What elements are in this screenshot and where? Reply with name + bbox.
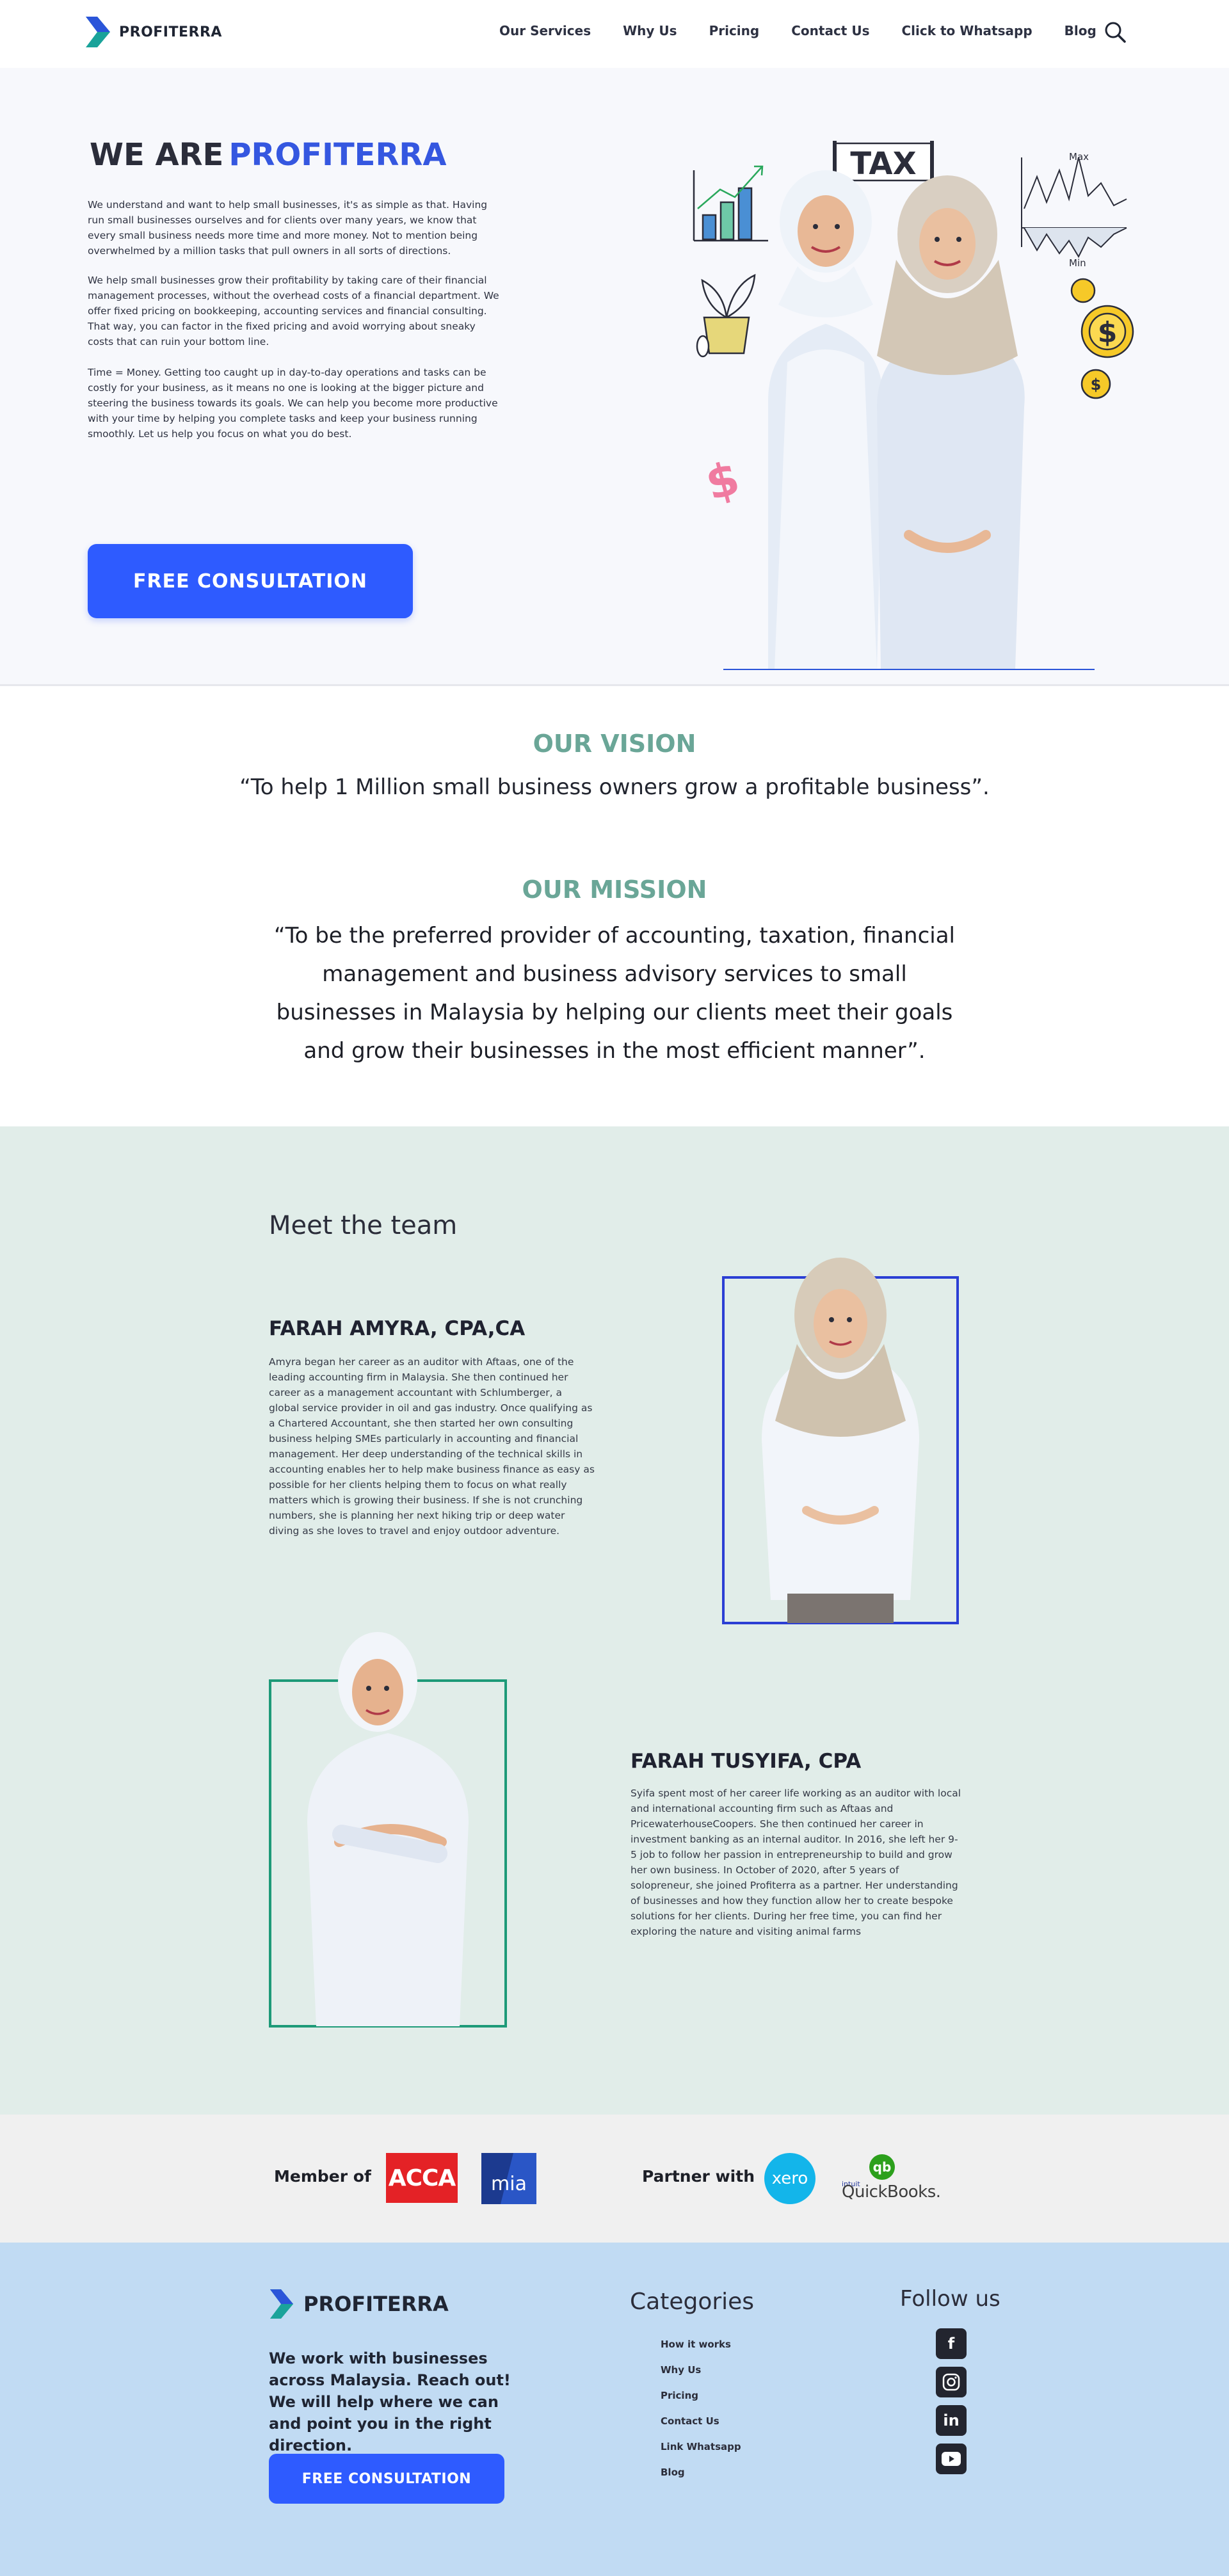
footer-free-consultation-button[interactable]: FREE CONSULTATION bbox=[269, 2454, 504, 2504]
linkedin-icon[interactable]: in bbox=[936, 2405, 967, 2436]
logo-chevron-icon bbox=[269, 2289, 294, 2319]
plant-doodle-icon bbox=[696, 273, 756, 358]
hero-title-brand: PROFITERRA bbox=[229, 137, 447, 173]
associations-bar: Member of ACCA mia Partner with xero qb … bbox=[0, 2115, 1229, 2243]
dollar-coin-icon: $ bbox=[1098, 316, 1118, 349]
nav-our-services[interactable]: Our Services bbox=[499, 23, 591, 38]
quickbooks-label: QuickBooks. bbox=[842, 2182, 941, 2202]
member-bio: Syifa spent most of her career life work… bbox=[631, 1788, 961, 1937]
chart-max-label: Max bbox=[1069, 151, 1089, 163]
chart-min-label: Min bbox=[1069, 257, 1086, 269]
footer-link-contact-us[interactable]: Contact Us bbox=[661, 2415, 741, 2441]
footer-link-blog[interactable]: Blog bbox=[661, 2467, 741, 2492]
footer-tagline: We work with businesses across Malaysia.… bbox=[269, 2349, 511, 2454]
nav-contact-us[interactable]: Contact Us bbox=[791, 23, 869, 38]
main-menu: Our Services Why Us Pricing Contact Us C… bbox=[499, 23, 1096, 38]
categories-list: How it works Why Us Pricing Contact Us L… bbox=[661, 2339, 741, 2492]
hero-paragraph-3: Time = Money. Getting too caught up in d… bbox=[88, 366, 498, 440]
mia-logo-text: mia bbox=[491, 2173, 527, 2195]
free-consultation-button[interactable]: FREE CONSULTATION bbox=[88, 544, 413, 618]
footer-link-pricing[interactable]: Pricing bbox=[661, 2390, 741, 2415]
member-of-label: Member of bbox=[274, 2167, 371, 2186]
footer-link-how-it-works[interactable]: How it works bbox=[661, 2339, 741, 2364]
mission-heading: OUR MISSION bbox=[522, 876, 707, 904]
search-icon[interactable] bbox=[1104, 20, 1127, 44]
team-title: Meet the team bbox=[269, 1211, 458, 1240]
facebook-icon[interactable]: f bbox=[936, 2328, 967, 2359]
vision-heading: OUR VISION bbox=[533, 730, 696, 758]
member-name: FARAH TUSYIFA, CPA bbox=[631, 1750, 862, 1773]
footer-link-whatsapp[interactable]: Link Whatsapp bbox=[661, 2441, 741, 2467]
two-women-photo bbox=[768, 170, 1025, 669]
footer-brand-logo[interactable]: PROFITERRA bbox=[269, 2287, 449, 2321]
hero-section: WE ARE PROFITERRA We understand and want … bbox=[0, 68, 1229, 686]
tax-sign-text: TAX bbox=[850, 146, 916, 182]
quickbooks-logo: qb intuit QuickBooks. bbox=[840, 2153, 941, 2204]
xero-logo: xero bbox=[764, 2153, 815, 2204]
member-photo-amyra bbox=[762, 1258, 919, 1623]
member-photo-tusyifa bbox=[307, 1632, 469, 2026]
acca-logo: ACCA bbox=[386, 2153, 458, 2203]
youtube-icon[interactable] bbox=[936, 2444, 967, 2474]
footer-link-why-us[interactable]: Why Us bbox=[661, 2364, 741, 2390]
instagram-glyph-icon bbox=[942, 2373, 960, 2391]
quickbooks-icon: qb bbox=[869, 2154, 895, 2180]
hero-title-lead: WE ARE bbox=[90, 137, 224, 173]
mia-logo: mia bbox=[481, 2153, 536, 2204]
mission-statement: “To be the preferred provider of account… bbox=[274, 923, 955, 1064]
team-section: Meet the team FARAH AMYRA, CPA,CA Amyra … bbox=[0, 1126, 1229, 2115]
footer-brand-name: PROFITERRA bbox=[303, 2292, 449, 2316]
partner-with-label: Partner with bbox=[642, 2167, 755, 2186]
hero-paragraph-1: We understand and want to help small bus… bbox=[88, 198, 488, 257]
follow-us-title: Follow us bbox=[900, 2286, 1000, 2312]
bar-chart-doodle-icon bbox=[693, 165, 768, 242]
nav-pricing[interactable]: Pricing bbox=[709, 23, 760, 38]
categories-title: Categories bbox=[630, 2289, 755, 2315]
member-name: FARAH AMYRA, CPA,CA bbox=[269, 1317, 526, 1340]
nav-why-us[interactable]: Why Us bbox=[623, 23, 677, 38]
youtube-glyph-icon bbox=[942, 2452, 961, 2466]
member-bio: Amyra began her career as an auditor wit… bbox=[269, 1356, 595, 1537]
footer: PROFITERRA We work with businesses acros… bbox=[0, 2243, 1229, 2576]
logo-chevron-icon bbox=[86, 17, 110, 47]
hero-title: WE ARE PROFITERRA bbox=[90, 137, 447, 173]
instagram-icon[interactable] bbox=[936, 2367, 967, 2397]
dollar-coin-small-icon: $ bbox=[1091, 376, 1102, 394]
hero-paragraph-2: We help small businesses grow their prof… bbox=[88, 274, 499, 348]
brand-logo[interactable]: PROFITERRA bbox=[84, 15, 222, 49]
line-chart-doodle-icon bbox=[1021, 157, 1127, 259]
nav-whatsapp[interactable]: Click to Whatsapp bbox=[901, 23, 1032, 38]
pink-dollar-icon: $ bbox=[700, 451, 745, 511]
top-navbar: PROFITERRA Our Services Why Us Pricing C… bbox=[0, 0, 1229, 68]
brand-name: PROFITERRA bbox=[119, 24, 222, 40]
hero-illustration: TAX Max Min $ $ $ bbox=[693, 141, 1134, 670]
nav-blog[interactable]: Blog bbox=[1064, 23, 1096, 38]
vision-statement: “To help 1 Million small business owners… bbox=[239, 774, 990, 800]
